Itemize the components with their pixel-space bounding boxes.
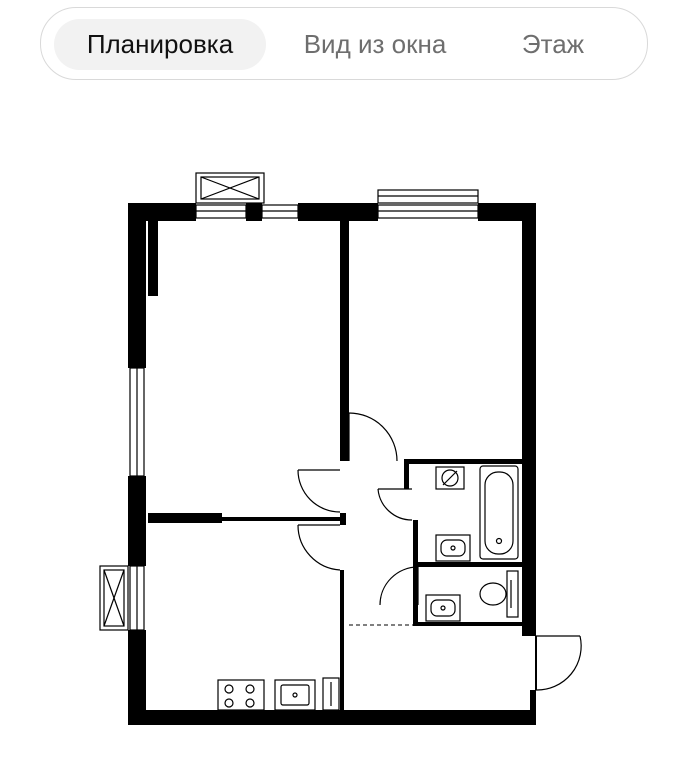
wall-left-mid — [128, 476, 146, 566]
wall-bath-left-top — [404, 459, 409, 489]
wall-wc-bottom — [413, 622, 524, 626]
wall-partition-horizontal-thin — [222, 517, 344, 521]
tab-floor[interactable]: Этаж — [503, 19, 603, 70]
balcony-icon — [195, 172, 265, 204]
tab-floor-plan[interactable]: Планировка — [54, 19, 266, 70]
sink-icon — [435, 534, 471, 562]
wall-right — [522, 203, 536, 636]
stove-icon — [217, 679, 265, 711]
sink-icon — [425, 594, 461, 622]
wall-partition-horizontal-thick — [148, 513, 222, 523]
balcony-icon — [99, 565, 129, 631]
outer-walls — [128, 203, 536, 725]
wall-hall-divider — [340, 570, 344, 712]
wall-bath-divider — [413, 562, 524, 567]
wall-bath-left — [413, 520, 418, 625]
kitchen-sink-icon — [274, 679, 316, 711]
wall-left-upper — [128, 203, 146, 368]
view-tab-bar: Планировка Вид из окна Этаж — [40, 7, 648, 80]
wall-bath-top — [404, 459, 524, 464]
wall-left-inner-thick — [148, 221, 158, 296]
bathtub-icon — [479, 465, 519, 560]
wall-right-low — [530, 690, 536, 725]
wall-partition-vertical — [340, 221, 349, 461]
kitchen-cabinet-icon — [322, 677, 340, 711]
wall-top-mid — [246, 203, 262, 221]
ventilation-icon — [435, 466, 465, 490]
wall-top-center — [298, 203, 378, 221]
apartment-floor-plan — [0, 150, 687, 740]
wall-bottom — [128, 710, 536, 725]
wall-partition-stub — [340, 513, 346, 525]
floor-plan-drawing — [99, 172, 582, 725]
tab-window-view[interactable]: Вид из окна — [285, 19, 465, 70]
toilet-icon — [479, 570, 519, 618]
